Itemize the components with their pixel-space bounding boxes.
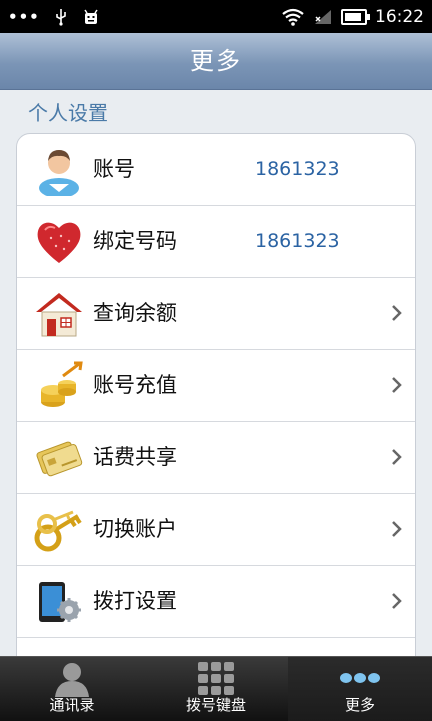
row-bound-number[interactable]: 绑定号码 1861323 xyxy=(17,206,415,278)
switch-account-label: 切换账户 xyxy=(93,517,177,541)
page-title: 更多 xyxy=(190,47,242,75)
coins-icon xyxy=(41,361,83,407)
menu-dots: ••• xyxy=(8,7,40,26)
android-icon xyxy=(84,9,98,24)
house-icon xyxy=(36,293,82,337)
signal-x-icon xyxy=(315,9,331,24)
more-dots-icon xyxy=(340,673,380,683)
row-account[interactable]: 账号 1861323 xyxy=(17,134,415,206)
wifi-icon xyxy=(282,8,304,26)
cards-icon xyxy=(36,441,83,477)
chevron-right-icon xyxy=(392,593,402,609)
chevron-right-icon xyxy=(392,449,402,465)
row-share-credit[interactable]: 话费共享 xyxy=(17,422,415,494)
status-bar: ••• 16:22 xyxy=(0,0,432,33)
check-balance-label: 查询余额 xyxy=(93,301,177,325)
tab-dialpad-label: 拨号键盘 xyxy=(185,696,246,714)
tab-contacts-label: 通讯录 xyxy=(49,696,95,714)
call-settings-label: 拨打设置 xyxy=(93,589,177,613)
row-call-settings[interactable]: 拨打设置 xyxy=(17,566,415,638)
chevron-right-icon xyxy=(392,305,402,321)
share-credit-label: 话费共享 xyxy=(93,445,177,469)
recharge-label: 账号充值 xyxy=(93,373,177,397)
account-value: 1861323 xyxy=(255,158,340,180)
account-label: 账号 xyxy=(93,157,135,181)
settings-list: 账号 1861323 绑定号码 1861323 查询余额 账号充值 话费共享 切… xyxy=(16,133,416,675)
row-check-balance[interactable]: 查询余额 xyxy=(17,278,415,350)
chevron-right-icon xyxy=(392,377,402,393)
heart-icon xyxy=(37,222,81,263)
bound-number-label: 绑定号码 xyxy=(93,229,177,253)
chevron-right-icon xyxy=(392,521,402,537)
battery-icon xyxy=(341,8,370,25)
section-title: 个人设置 xyxy=(28,101,108,125)
dialpad-icon xyxy=(198,662,234,695)
bound-number-value: 1861323 xyxy=(255,230,340,252)
user-avatar-icon xyxy=(39,150,79,196)
phone-settings-icon xyxy=(39,582,81,622)
clock: 16:22 xyxy=(375,6,424,27)
tab-more-label: 更多 xyxy=(344,696,375,714)
contacts-icon xyxy=(55,663,89,697)
tab-dialpad[interactable]: 拨号键盘 xyxy=(144,657,288,721)
usb-icon xyxy=(55,8,66,26)
tab-more[interactable]: 更多 xyxy=(288,657,432,721)
title-bar: 更多 xyxy=(0,33,432,90)
bottom-tab-bar: 通讯录 拨号键盘 更多 xyxy=(0,656,432,721)
row-recharge[interactable]: 账号充值 xyxy=(17,350,415,422)
row-switch-account[interactable]: 切换账户 xyxy=(17,494,415,566)
keys-icon xyxy=(34,510,82,552)
tab-contacts[interactable]: 通讯录 xyxy=(0,657,144,721)
